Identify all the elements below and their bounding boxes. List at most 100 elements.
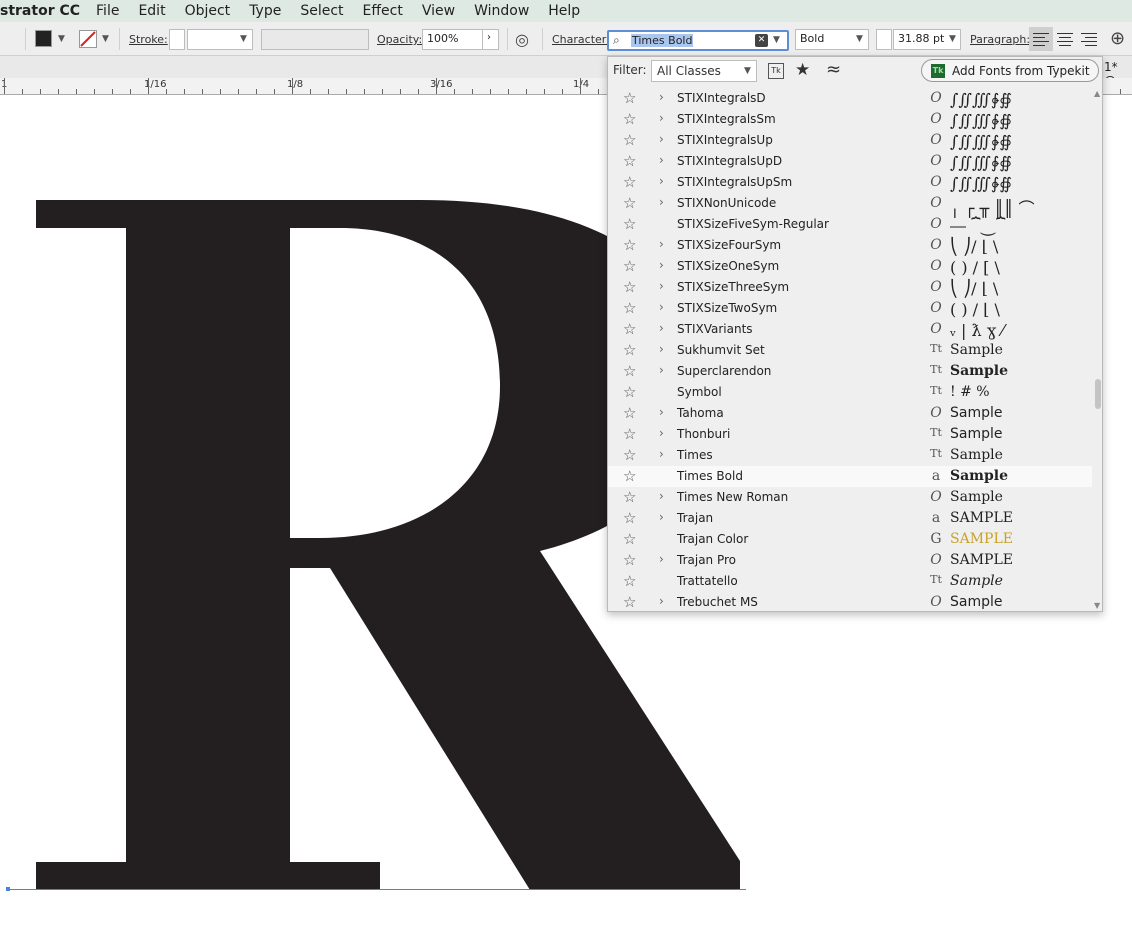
menu-edit[interactable]: Edit — [138, 3, 165, 19]
favorite-star-icon[interactable]: ☆ — [623, 152, 636, 170]
menu-select[interactable]: Select — [300, 3, 343, 19]
app-name[interactable]: strator CC — [0, 3, 80, 19]
font-list-item[interactable]: ☆ › STIXSizeFourSym O ⎝ ⎠/ ⌊ \ — [608, 235, 1092, 256]
font-list-item[interactable]: ☆ Times Bold a Sample — [608, 466, 1092, 487]
font-size-stepper[interactable] — [876, 29, 892, 50]
chevron-right-icon[interactable]: › — [659, 300, 664, 314]
favorite-star-icon[interactable]: ☆ — [623, 299, 636, 317]
chevron-right-icon[interactable]: › — [659, 510, 664, 524]
chevron-right-icon[interactable]: › — [659, 237, 664, 251]
font-family-input[interactable]: ⌕ Times Bold ✕ ▼ — [607, 30, 789, 51]
favorite-star-icon[interactable]: ☆ — [623, 362, 636, 380]
font-list-item[interactable]: ☆ › Times Tt Sample — [608, 445, 1092, 466]
chevron-right-icon[interactable]: › — [659, 174, 664, 188]
scroll-down-icon[interactable]: ▼ — [1094, 601, 1100, 610]
font-list-item[interactable]: ☆ › Tahoma O Sample — [608, 403, 1092, 424]
font-list-item[interactable]: ☆ › Thonburi Tt Sample — [608, 424, 1092, 445]
menu-object[interactable]: Object — [185, 3, 231, 19]
style-dropdown-icon[interactable]: ▼ — [856, 34, 863, 44]
chevron-right-icon[interactable]: › — [659, 552, 664, 566]
favorite-star-icon[interactable]: ☆ — [623, 194, 636, 212]
font-list-item[interactable]: ☆ › STIXSizeOneSym O ( ) / [ \ — [608, 256, 1092, 277]
font-list-item[interactable]: ☆ › STIXSizeThreeSym O ⎝ ⎠/ ⌊ \ — [608, 277, 1092, 298]
font-list-item[interactable]: ☆ › STIXIntegralsSm O ∫∬∭∲∯ — [608, 109, 1092, 130]
chevron-right-icon[interactable]: › — [659, 90, 664, 104]
font-list-item[interactable]: ☆ › STIXSizeTwoSym O ( ) / ⌊ \ — [608, 298, 1092, 319]
font-list-item[interactable]: ☆ › STIXIntegralsUp O ∫∬∭∲∯ — [608, 130, 1092, 151]
favorite-star-icon[interactable]: ☆ — [623, 131, 636, 149]
stroke-swatch[interactable] — [79, 30, 97, 48]
favorite-star-icon[interactable]: ☆ — [623, 236, 636, 254]
favorite-star-icon[interactable]: ☆ — [623, 488, 636, 506]
favorite-star-icon[interactable]: ☆ — [623, 215, 636, 233]
align-center-button[interactable] — [1053, 27, 1077, 51]
stroke-dropdown-icon[interactable]: ▼ — [102, 34, 109, 44]
favorite-star-icon[interactable]: ☆ — [623, 278, 636, 296]
chevron-right-icon[interactable]: › — [659, 132, 664, 146]
fill-swatch[interactable] — [35, 30, 52, 47]
font-list-item[interactable]: ☆ › STIXIntegralsUpD O ∫∬∭∲∯ — [608, 151, 1092, 172]
add-fonts-from-typekit-button[interactable]: Tk Add Fonts from Typekit — [921, 59, 1099, 82]
typekit-filter-icon[interactable]: Tk — [768, 63, 784, 79]
favorite-star-icon[interactable]: ☆ — [623, 110, 636, 128]
favorite-star-icon[interactable]: ☆ — [623, 341, 636, 359]
favorite-star-icon[interactable]: ☆ — [623, 467, 636, 485]
font-list-item[interactable]: ☆ Symbol Tt ! # % — [608, 382, 1092, 403]
menu-type[interactable]: Type — [249, 3, 281, 19]
font-list-item[interactable]: ☆ › STIXVariants Oᵥ | ƛ ɣ ⁄ — [608, 319, 1092, 340]
variable-width-profile[interactable] — [261, 29, 369, 50]
font-list-item[interactable]: ☆ › Trajan Pro O SAMPLE — [608, 550, 1092, 571]
font-list-scrollbar[interactable] — [1093, 88, 1102, 612]
chevron-right-icon[interactable]: › — [659, 321, 664, 335]
font-list-item[interactable]: ☆ › Trebuchet MS O Sample — [608, 592, 1092, 612]
chevron-right-icon[interactable]: › — [659, 258, 664, 272]
font-list-item[interactable]: ☆ Trajan Color G SAMPLE — [608, 529, 1092, 550]
favorite-star-icon[interactable]: ☆ — [623, 173, 636, 191]
chevron-right-icon[interactable]: › — [659, 405, 664, 419]
font-list-item[interactable]: ☆ › STIXIntegralsUpSm O ∫∬∭∲∯ — [608, 172, 1092, 193]
font-list-item[interactable]: ☆ › STIXIntegralsD O ∫∬∭∲∯ — [608, 88, 1092, 109]
similar-fonts-icon[interactable]: ≈ — [826, 59, 841, 80]
font-list-item[interactable]: ☆ STIXSizeFiveSym-Regular O ⎯⎯ ⏞⏝⏞ — [608, 214, 1092, 235]
chevron-right-icon[interactable]: › — [659, 426, 664, 440]
scrollbar-thumb[interactable] — [1095, 379, 1101, 409]
favorite-star-icon[interactable]: ☆ — [623, 551, 636, 569]
chevron-right-icon[interactable]: › — [659, 153, 664, 167]
recolor-artwork-icon[interactable]: ◎ — [515, 30, 529, 49]
font-list-item[interactable]: ☆ › Trajan a SAMPLE — [608, 508, 1092, 529]
menu-effect[interactable]: Effect — [363, 3, 403, 19]
chevron-right-icon[interactable]: › — [659, 279, 664, 293]
stroke-weight-stepper[interactable] — [169, 29, 185, 50]
font-list-item[interactable]: ☆ › Sukhumvit Set Tt Sample — [608, 340, 1092, 361]
menu-window[interactable]: Window — [474, 3, 529, 19]
chevron-right-icon[interactable]: › — [659, 363, 664, 377]
favorite-star-icon[interactable]: ☆ — [623, 257, 636, 275]
favorite-star-icon[interactable]: ☆ — [623, 89, 636, 107]
chevron-right-icon[interactable]: › — [659, 594, 664, 608]
clear-icon[interactable]: ✕ — [755, 34, 768, 47]
favorite-star-icon[interactable]: ☆ — [623, 446, 636, 464]
font-size-dropdown-icon[interactable]: ▼ — [949, 34, 956, 44]
menu-file[interactable]: File — [96, 3, 119, 19]
favorite-star-icon[interactable]: ☆ — [623, 572, 636, 590]
align-left-button[interactable] — [1029, 27, 1053, 51]
favorite-star-icon[interactable]: ☆ — [623, 509, 636, 527]
font-dropdown-icon[interactable]: ▼ — [773, 35, 780, 45]
align-right-button[interactable] — [1077, 27, 1101, 51]
font-list-item[interactable]: ☆ › Times New Roman O Sample — [608, 487, 1092, 508]
stroke-weight-dropdown-icon[interactable]: ▼ — [240, 34, 247, 44]
chevron-right-icon[interactable]: › — [659, 342, 664, 356]
chevron-right-icon[interactable]: › — [659, 489, 664, 503]
favorite-star-icon[interactable]: ☆ — [623, 404, 636, 422]
favorite-star-icon[interactable]: ☆ — [623, 425, 636, 443]
scroll-up-icon[interactable]: ▲ — [1094, 89, 1100, 98]
opacity-arrow-button[interactable]: › — [482, 29, 499, 50]
menu-view[interactable]: View — [422, 3, 455, 19]
chevron-right-icon[interactable]: › — [659, 447, 664, 461]
font-list-item[interactable]: ☆ Trattatello Tt Sample — [608, 571, 1092, 592]
font-class-filter[interactable]: All Classes ▼ — [651, 60, 757, 82]
favorite-star-icon[interactable]: ☆ — [623, 530, 636, 548]
chevron-right-icon[interactable]: › — [659, 111, 664, 125]
fill-dropdown-icon[interactable]: ▼ — [58, 34, 65, 44]
font-list-item[interactable]: ☆ › STIXNonUnicode O ╷ ┌ ╥ ║║ ⌒ — [608, 193, 1092, 218]
